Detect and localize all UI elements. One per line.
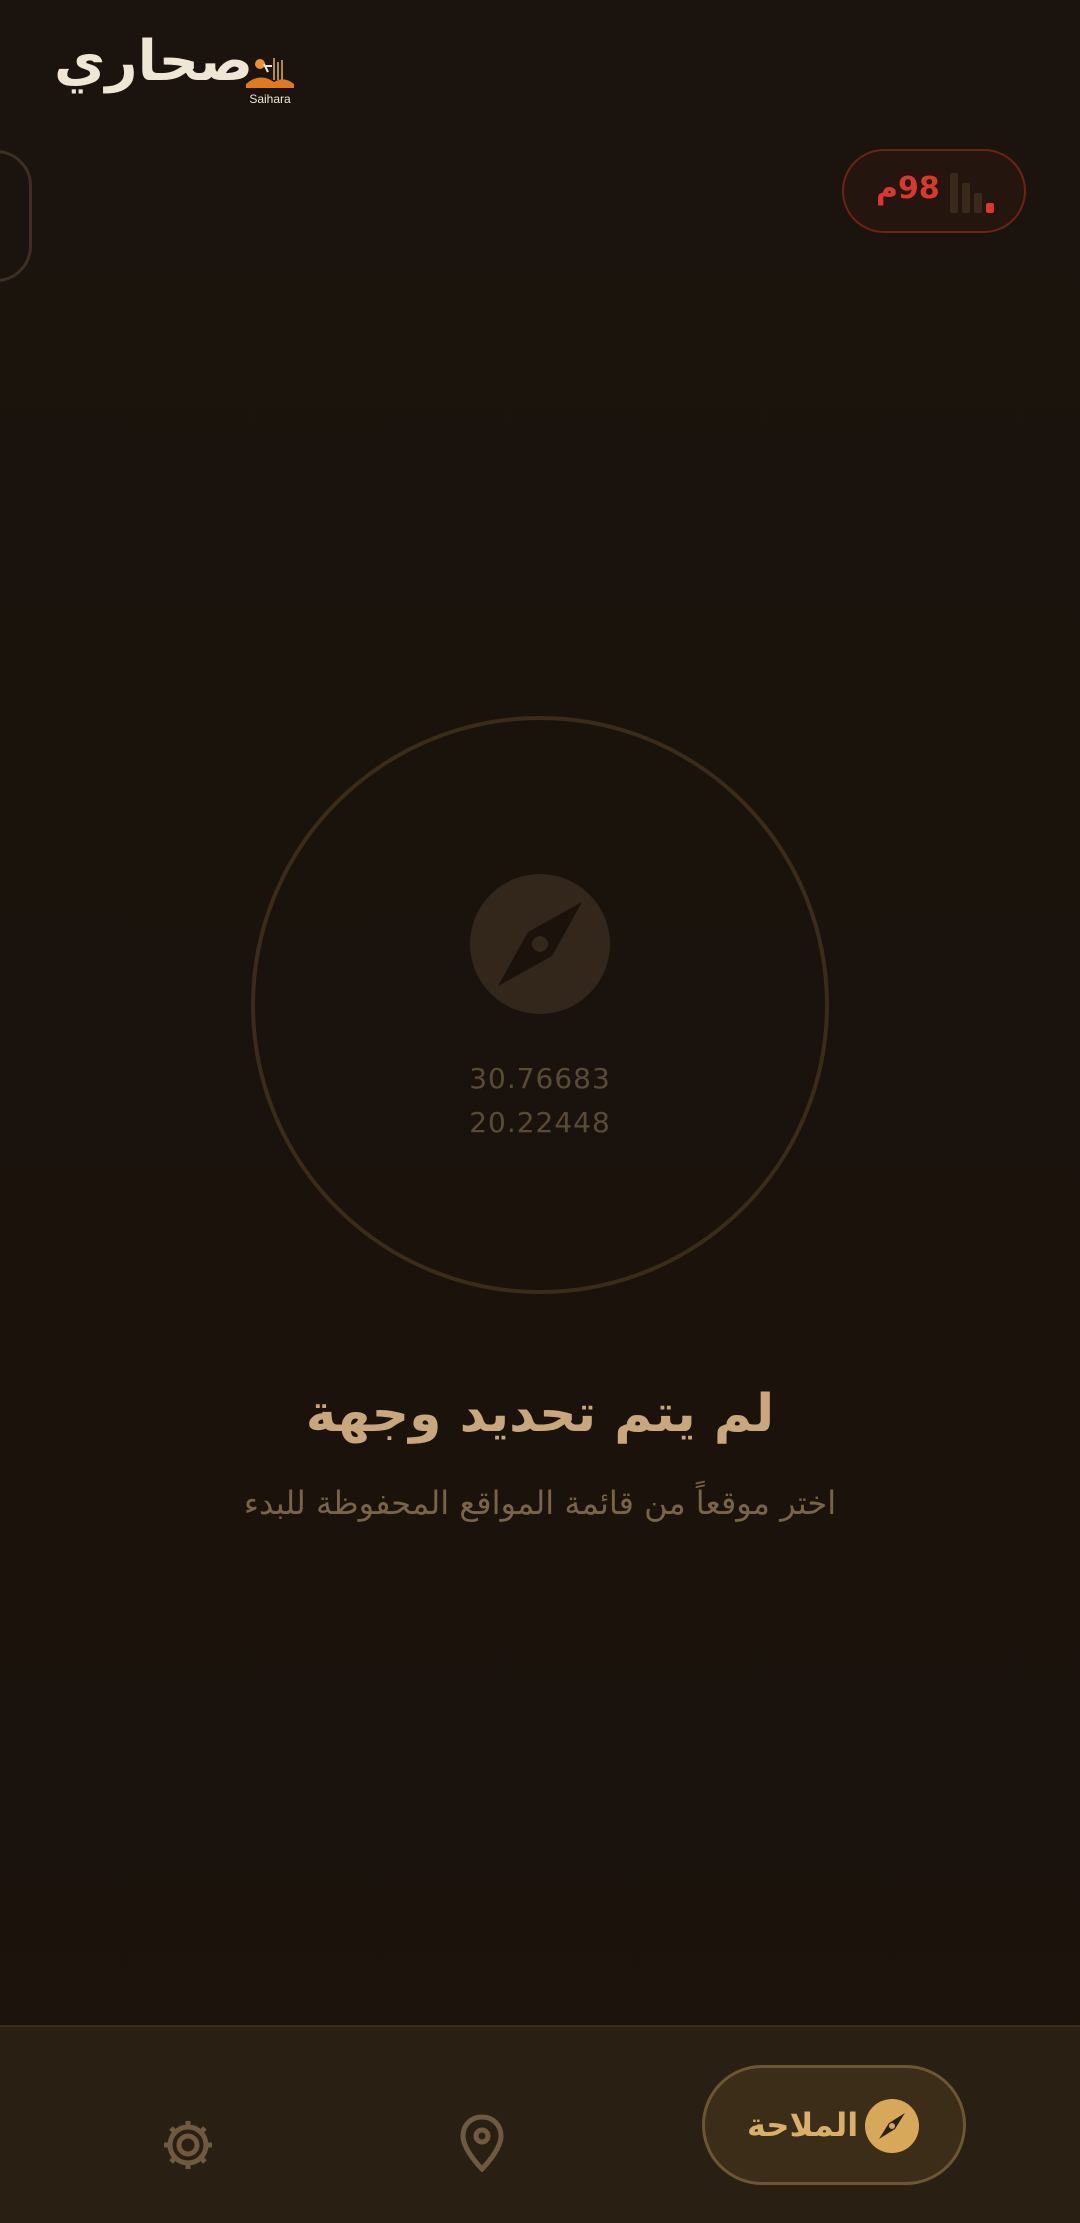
nav-tab-navigation[interactable]: الملاحة	[702, 2065, 966, 2185]
signal-bars-icon	[950, 173, 994, 213]
location-pin-icon[interactable]	[458, 2113, 506, 2173]
compass-icon	[498, 902, 582, 986]
longitude-value: 20.22448	[469, 1106, 611, 1139]
navigation-screen: صحاري Saihara 98م 30.76683 20.22448 لم ي…	[0, 0, 1080, 2223]
app-title: صحاري	[54, 29, 254, 94]
gps-accuracy-badge[interactable]: 98م	[842, 149, 1026, 233]
compass-icon	[865, 2099, 919, 2153]
compass-disc	[470, 874, 610, 1014]
bottom-nav: الملاحة	[0, 2025, 1080, 2223]
no-destination-title: لم يتم تحديد وجهة	[305, 1384, 775, 1444]
gps-accuracy-value: 98م	[876, 171, 940, 206]
nav-tab-navigation-label: الملاحة	[747, 2106, 859, 2144]
gear-icon[interactable]	[160, 2117, 216, 2173]
no-destination-subtitle: اختر موقعاً من قائمة المواقع المحفوظة لل…	[243, 1484, 837, 1522]
drawer-handle[interactable]	[0, 150, 32, 282]
logo-caption: Saihara	[249, 92, 291, 106]
latitude-value: 30.76683	[469, 1062, 611, 1095]
